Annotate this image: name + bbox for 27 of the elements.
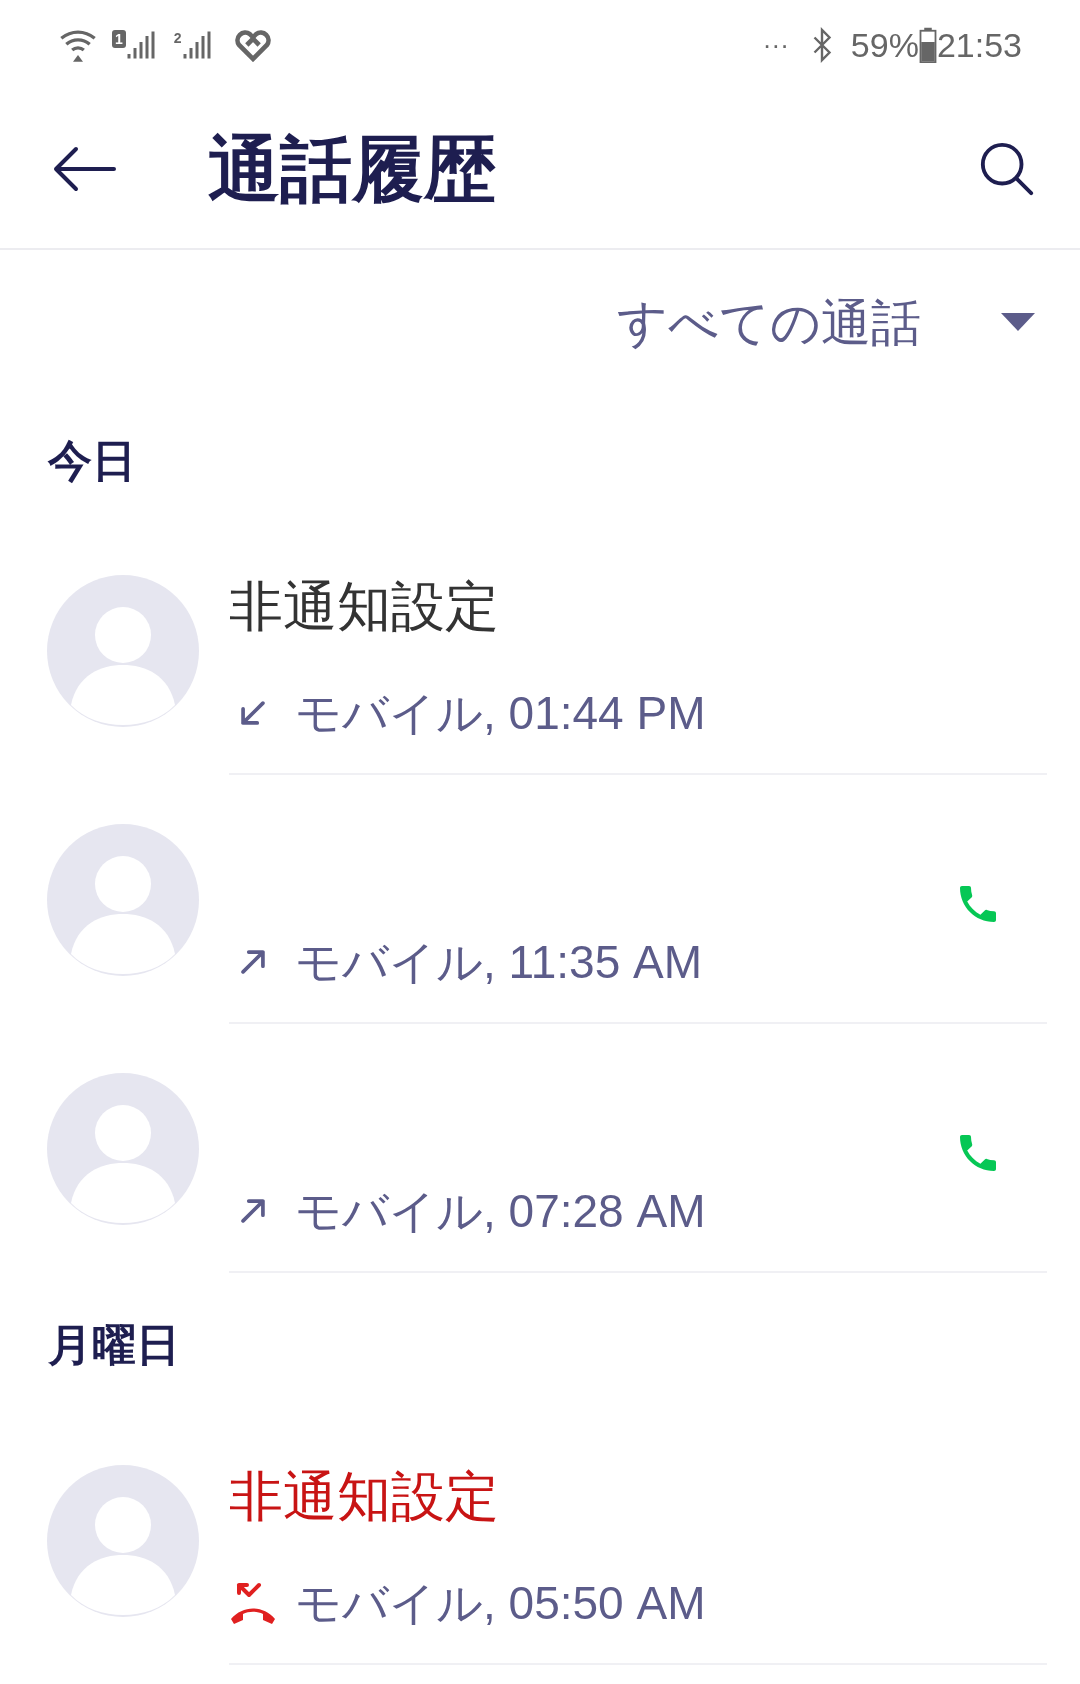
caller-name: 非通知設定 [229,579,499,633]
call-detail: モバイル, 07:28 AM [295,1188,706,1234]
search-icon [978,140,1036,198]
avatar-icon [47,574,199,727]
signal-icon [125,30,156,60]
avatar-icon [47,1464,199,1617]
battery-percent: 59% [850,24,919,66]
call-detail: モバイル, 01:44 PM [295,690,706,736]
section-heading: 月曜日 [48,1322,180,1367]
heart-icon [233,28,272,62]
back-arrow-icon [52,145,116,193]
call-detail: モバイル, 05:50 AM [295,1580,706,1626]
sim-badge: 1 [112,30,126,48]
page-title: 通話履歴 [208,133,496,205]
avatar-icon [47,823,199,976]
section-heading: 今日 [48,438,136,483]
caret-icon [1001,312,1035,333]
more-indicator: ··· [762,28,789,62]
signal-icon [181,30,212,60]
clock: 21:53 [936,24,1022,66]
call-detail: モバイル, 11:35 AM [295,939,703,985]
caller-name: 非通知設定 [229,1469,499,1523]
sim-number: 2 [173,30,182,46]
missed-call-icon [229,1581,277,1625]
avatar-icon [47,1072,199,1225]
filter-dropdown[interactable]: すべての通話 [617,297,1035,348]
battery-icon [918,27,937,63]
